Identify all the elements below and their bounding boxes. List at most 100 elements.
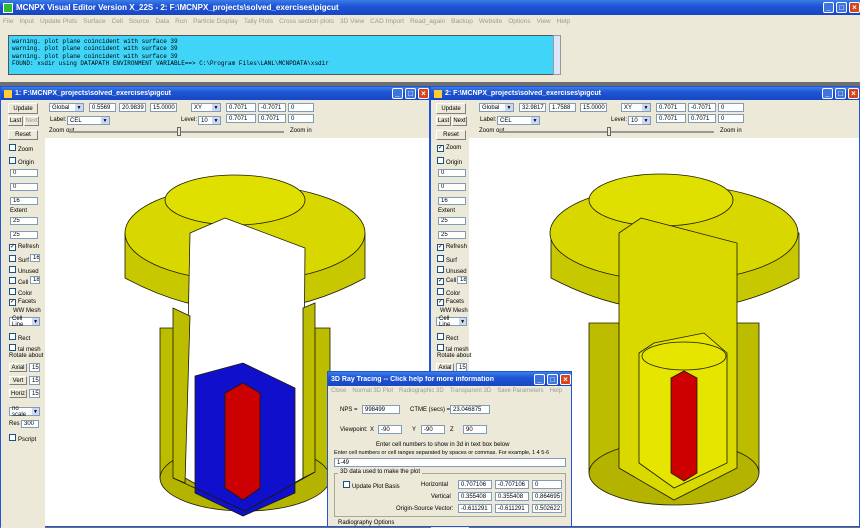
zoom-slider-thumb[interactable] <box>607 127 611 136</box>
reset-button[interactable]: Reset <box>8 130 38 140</box>
axial-field[interactable]: 15 <box>29 363 40 372</box>
menu-item[interactable]: Run <box>172 18 190 25</box>
close-icon[interactable]: × <box>418 88 429 99</box>
rect-checkbox[interactable]: Rect <box>437 333 458 342</box>
surf-field[interactable]: 16 <box>30 254 40 262</box>
maximize-icon[interactable]: □ <box>835 88 846 99</box>
side-field-2[interactable]: 0 <box>10 183 38 191</box>
unused-checkbox[interactable]: Unused <box>9 266 39 275</box>
basis-v6-field[interactable]: 0 <box>718 114 744 123</box>
cell-checkbox[interactable]: ✓ Cell <box>437 277 456 285</box>
menu-item[interactable]: Input <box>16 18 36 25</box>
horizontal-z-field[interactable]: 0 <box>532 480 562 489</box>
basis-v3-field[interactable]: 0 <box>718 103 744 112</box>
menu-item[interactable]: Cell <box>109 18 126 25</box>
origin-x-field[interactable]: -0.611291 <box>458 504 492 513</box>
raytrace-menu-item[interactable]: Help <box>547 388 565 394</box>
menu-item[interactable]: Help <box>554 18 573 25</box>
level-select[interactable]: 10 ▼ <box>628 116 651 125</box>
scale-select[interactable]: no scale ▼ <box>9 406 40 418</box>
cell-checkbox[interactable]: Cell <box>9 277 28 286</box>
side-field-depth[interactable]: 16 <box>438 197 466 205</box>
vertical-y-field[interactable]: 0.355408 <box>495 492 529 501</box>
extent-field-2[interactable]: 25 <box>438 231 466 239</box>
origin-checkbox[interactable]: Origin <box>437 157 462 166</box>
rect-checkbox[interactable]: Rect <box>9 333 30 342</box>
minimize-icon[interactable]: _ <box>822 88 833 99</box>
extent-field-1[interactable]: 25 <box>438 217 466 225</box>
menu-item[interactable]: Update Plots <box>37 18 80 25</box>
origin-y-field[interactable]: -0.611291 <box>495 504 529 513</box>
origin-x-field[interactable]: 0.5569 <box>89 103 116 112</box>
menu-item[interactable]: Cross section plots <box>276 18 337 25</box>
pscript-checkbox[interactable]: Pscript <box>9 434 36 443</box>
res-field[interactable]: 300 <box>21 420 39 428</box>
menu-item[interactable]: Data <box>152 18 172 25</box>
origin-z-field[interactable]: 15.0000 <box>580 103 607 112</box>
update-button[interactable]: Update <box>8 103 38 114</box>
maximize-icon[interactable]: □ <box>405 88 416 99</box>
level-select[interactable]: 10 ▼ <box>198 116 221 125</box>
zoom-checkbox[interactable]: Zoom <box>9 144 33 153</box>
plane-select[interactable]: XY ▼ <box>621 103 651 112</box>
minimize-icon[interactable]: _ <box>823 2 834 13</box>
viewpoint-z-field[interactable]: 90 <box>463 425 487 434</box>
raytrace-menu-item[interactable]: Radiographic 3D <box>396 388 447 394</box>
cell-line-select[interactable]: Cell Line ▼ <box>9 316 40 328</box>
menu-item[interactable]: Source <box>126 18 153 25</box>
origin-y-field[interactable]: 20.9839 <box>119 103 146 112</box>
close-icon[interactable]: × <box>560 373 571 385</box>
maximize-icon[interactable]: □ <box>836 2 847 13</box>
menu-item[interactable]: Tally Plots <box>241 18 276 25</box>
color-checkbox[interactable]: Color <box>9 288 32 297</box>
facets-checkbox[interactable]: ✓ Facets <box>9 298 36 306</box>
tal-mesh-checkbox[interactable]: tal mesh <box>437 344 469 353</box>
basis-v2-field[interactable]: -0.7071 <box>258 103 286 112</box>
minimize-icon[interactable]: _ <box>534 373 545 385</box>
menu-item[interactable]: View <box>534 18 554 25</box>
raytrace-menu-item[interactable]: Close <box>328 388 349 394</box>
log-scrollbar[interactable] <box>553 35 561 75</box>
horizontal-x-field[interactable]: 0.707106 <box>458 480 492 489</box>
basis-v2-field[interactable]: -0.7071 <box>688 103 716 112</box>
menu-item[interactable]: File <box>0 18 16 25</box>
horizontal-y-field[interactable]: -0.707106 <box>495 480 529 489</box>
vert-field[interactable]: 15 <box>29 376 40 385</box>
zoom-checkbox[interactable]: ✓ Zoom <box>437 144 461 152</box>
menu-item[interactable]: Backup <box>448 18 476 25</box>
raytrace-menu-item[interactable]: Normal 3D Plot <box>349 388 396 394</box>
horiz-button[interactable]: Horiz <box>9 389 27 398</box>
basis-v4-field[interactable]: 0.7071 <box>226 114 256 123</box>
basis-v6-field[interactable]: 0 <box>288 114 314 123</box>
menu-item[interactable]: 3D View <box>337 18 367 25</box>
plane-select[interactable]: XY ▼ <box>191 103 221 112</box>
raytrace-menu-item[interactable]: Transparent 3D <box>447 388 494 394</box>
next-button[interactable]: Next <box>24 116 39 126</box>
extent-field-2[interactable]: 25 <box>10 231 38 239</box>
cell-field[interactable]: 18 <box>30 276 40 284</box>
unused-checkbox[interactable]: Unused <box>437 266 467 275</box>
next-button[interactable]: Next <box>452 116 467 126</box>
last-button[interactable]: Last <box>436 116 451 126</box>
viewpoint-y-field[interactable]: -90 <box>421 425 445 434</box>
vertical-z-field[interactable]: 0.864695 <box>532 492 562 501</box>
surf-checkbox[interactable]: Surf <box>9 255 29 264</box>
cell-line-select[interactable]: Cell Line ▼ <box>436 316 467 328</box>
basis-v4-field[interactable]: 0.7071 <box>656 114 686 123</box>
menu-item[interactable]: CAD Import <box>367 18 407 25</box>
horiz-field[interactable]: 15 <box>29 389 40 398</box>
origin-x-field[interactable]: 32.9817 <box>519 103 546 112</box>
basis-v3-field[interactable]: 0 <box>288 103 314 112</box>
menu-item[interactable]: Particle Display <box>190 18 241 25</box>
viewpoint-x-field[interactable]: -90 <box>378 425 402 434</box>
origin-y-field[interactable]: 1.7588 <box>549 103 576 112</box>
cell-field[interactable]: 18 <box>457 276 467 284</box>
menu-item[interactable]: Website <box>476 18 505 25</box>
update-button[interactable]: Update <box>436 103 466 114</box>
nps-field[interactable]: 998499 <box>362 405 400 414</box>
vert-button[interactable]: Vert <box>9 376 27 385</box>
origin-z-field[interactable]: 15.0000 <box>150 103 177 112</box>
basis-v1-field[interactable]: 0.7071 <box>226 103 256 112</box>
basis-v5-field[interactable]: 0.7071 <box>258 114 286 123</box>
vertical-x-field[interactable]: 0.355408 <box>458 492 492 501</box>
